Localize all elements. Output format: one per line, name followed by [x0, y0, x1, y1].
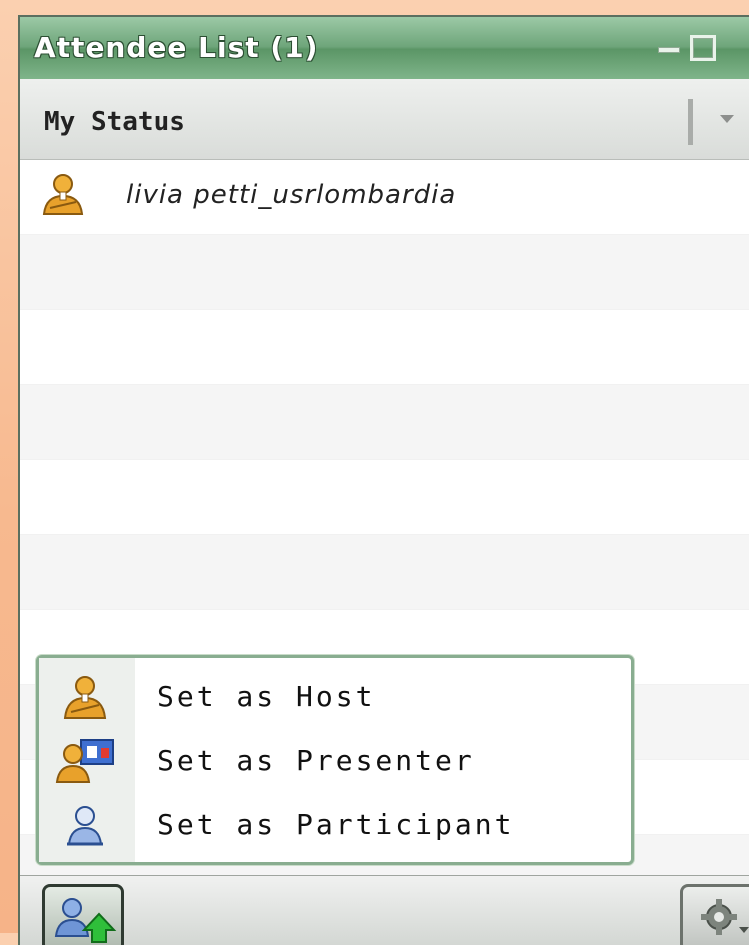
- change-role-icon: [54, 898, 117, 943]
- status-separator: [688, 99, 693, 145]
- maximize-button[interactable]: [690, 35, 716, 61]
- empty-row: [20, 535, 749, 610]
- title-bar[interactable]: Attendee List (1): [20, 17, 749, 81]
- menu-item-set-as-participant[interactable]: Set as Participant: [39, 792, 631, 856]
- gear-icon: [701, 899, 749, 935]
- attendee-name: livia petti_usrlombardia: [126, 180, 457, 210]
- participant-icon: [67, 806, 103, 846]
- empty-row: [20, 310, 749, 385]
- my-status-label: My Status: [44, 107, 185, 137]
- menu-item-label: Set as Host: [157, 680, 376, 713]
- empty-row: [20, 460, 749, 535]
- footer-toolbar: [20, 875, 749, 945]
- empty-row: [20, 235, 749, 310]
- menu-item-label: Set as Presenter: [157, 744, 475, 777]
- attendee-row[interactable]: livia petti_usrlombardia: [20, 160, 749, 235]
- chevron-down-icon[interactable]: [720, 115, 734, 123]
- host-icon: [63, 676, 107, 719]
- host-icon: [42, 174, 84, 215]
- empty-row: [20, 385, 749, 460]
- menu-item-set-as-presenter[interactable]: Set as Presenter: [39, 728, 631, 792]
- change-role-button[interactable]: [42, 884, 124, 945]
- menu-item-set-as-host[interactable]: Set as Host: [39, 664, 631, 728]
- minimize-button[interactable]: [656, 35, 682, 61]
- settings-button[interactable]: [680, 884, 749, 945]
- menu-item-label: Set as Participant: [157, 808, 515, 841]
- presenter-icon: [55, 739, 114, 783]
- my-status-bar[interactable]: My Status: [20, 79, 749, 160]
- role-context-menu: Set as Host Set as Presenter Set as Part…: [36, 655, 634, 865]
- window-title: Attendee List (1): [34, 31, 319, 64]
